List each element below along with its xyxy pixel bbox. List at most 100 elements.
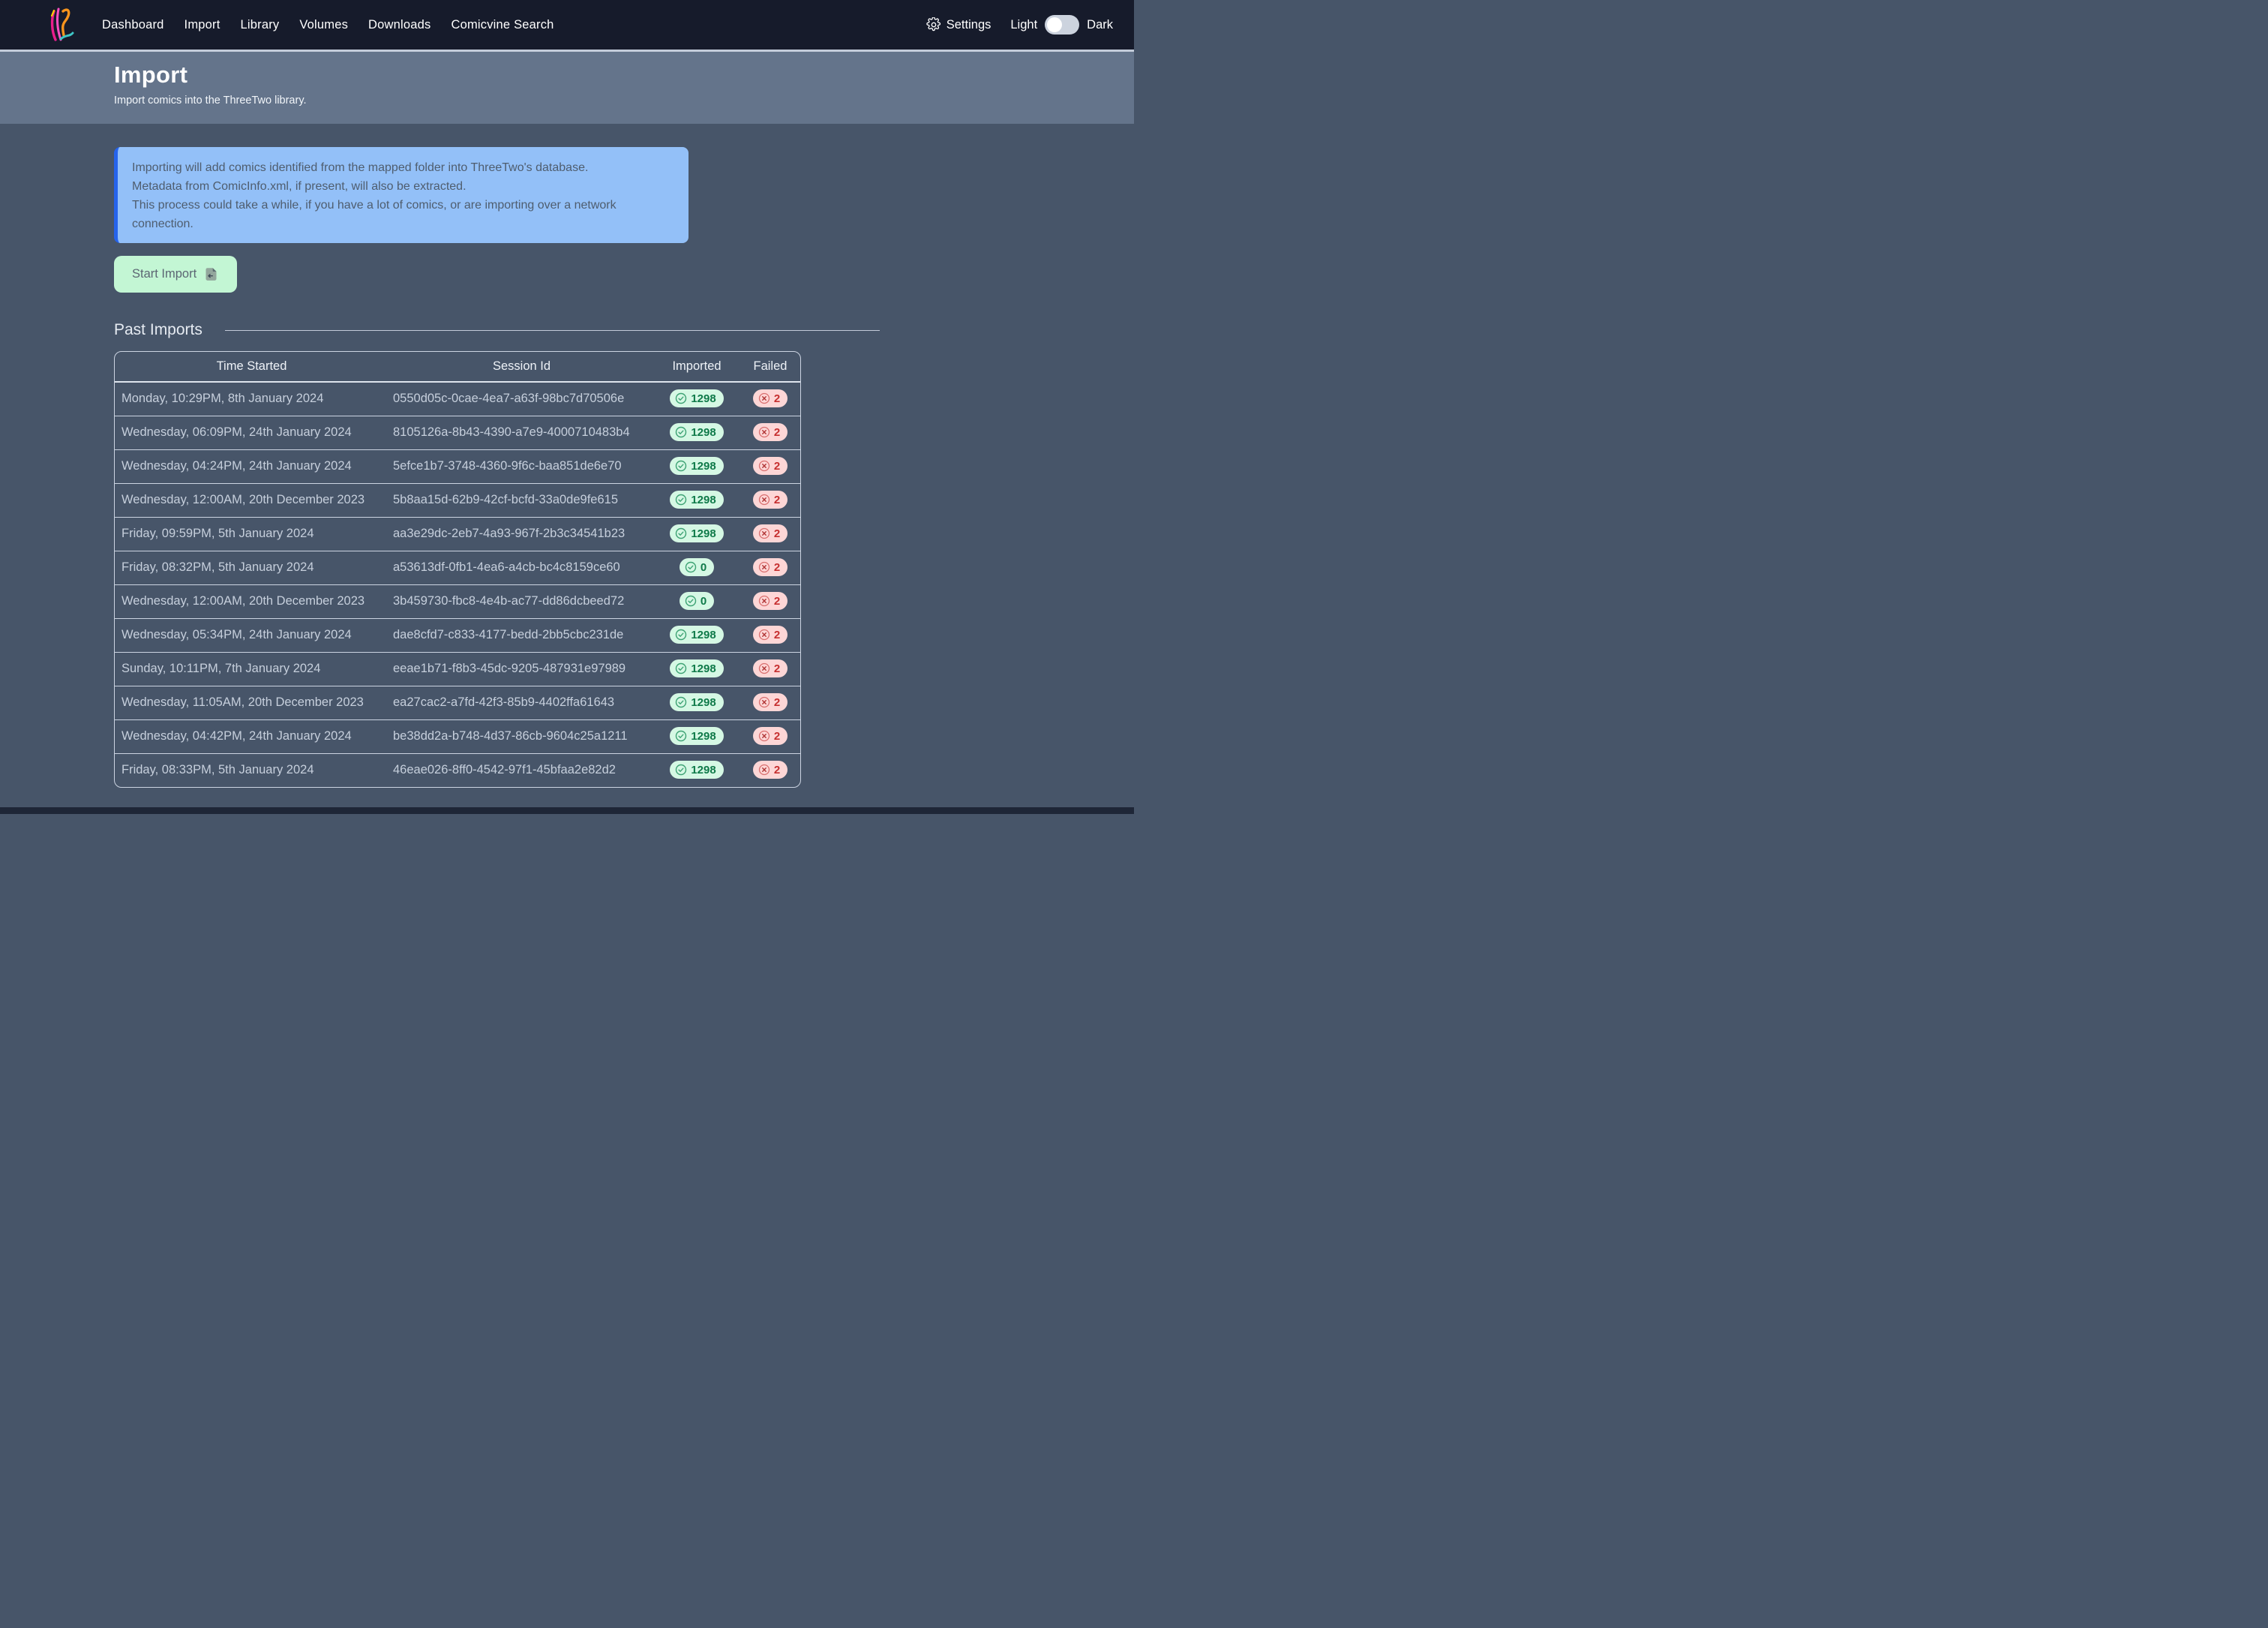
x-circle-icon [758,426,770,438]
cell-session-id: ea27cac2-a7fd-42f3-85b9-4402ffa61643 [388,686,655,719]
page-title: Import [114,62,1134,89]
failed-count-badge: 2 [753,457,788,475]
imported-count: 1298 [691,697,716,708]
cell-time-started: Sunday, 10:11PM, 7th January 2024 [115,652,388,686]
cell-session-id: 5efce1b7-3748-4360-9f6c-baa851de6e70 [388,449,655,483]
cell-session-id: 8105126a-8b43-4390-a7e9-4000710483b4 [388,416,655,449]
cell-time-started: Wednesday, 12:00AM, 20th December 2023 [115,483,388,517]
imported-count-badge: 1298 [670,524,723,542]
threetwo-logo-icon[interactable] [46,5,76,45]
import-info-note: Importing will add comics identified fro… [114,147,688,243]
check-circle-icon [675,460,687,472]
theme-dark-label: Dark [1087,18,1113,32]
past-imports-table: Time StartedSession IdImportedFailed Mon… [114,351,801,788]
cell-imported: 1298 [655,449,739,483]
imported-count-badge: 0 [680,558,714,576]
cell-time-started: Friday, 08:32PM, 5th January 2024 [115,551,388,584]
x-circle-icon [758,662,770,674]
nav-item-dashboard[interactable]: Dashboard [102,18,164,32]
failed-count-badge: 2 [753,727,788,745]
cell-failed: 2 [739,551,801,584]
note-line: Importing will add comics identified fro… [132,158,670,177]
failed-count-badge: 2 [753,524,788,542]
nav-item-library[interactable]: Library [241,18,280,32]
cell-imported: 1298 [655,719,739,753]
failed-count-badge: 2 [753,592,788,610]
check-circle-icon [675,426,687,438]
cell-imported: 1298 [655,652,739,686]
theme-switcher: Light Dark [1010,15,1113,35]
cell-session-id: aa3e29dc-2eb7-4a93-967f-2b3c34541b23 [388,517,655,551]
cell-failed: 2 [739,652,801,686]
cell-time-started: Wednesday, 04:42PM, 24th January 2024 [115,719,388,753]
nav-item-comicvine-search[interactable]: Comicvine Search [451,18,554,32]
x-circle-icon [758,527,770,539]
check-circle-icon [675,730,687,742]
cell-time-started: Wednesday, 12:00AM, 20th December 2023 [115,584,388,618]
cell-failed: 2 [739,483,801,517]
imported-count: 1298 [691,764,716,776]
imported-count-badge: 1298 [670,423,723,441]
check-circle-icon [675,494,687,506]
imported-count: 1298 [691,663,716,674]
cell-imported: 0 [655,551,739,584]
table-row: Wednesday, 12:00AM, 20th December 20233b… [115,584,801,618]
nav-links: Dashboard Import Library Volumes Downloads Co… [102,18,554,32]
imported-count: 0 [700,596,706,607]
settings-button[interactable]: Settings [926,17,992,32]
settings-label: Settings [946,18,992,32]
cell-time-started: Wednesday, 06:09PM, 24th January 2024 [115,416,388,449]
nav-item-volumes[interactable]: Volumes [299,18,348,32]
heading-divider [225,330,880,331]
table-row: Wednesday, 04:24PM, 24th January 20245ef… [115,449,801,483]
cell-imported: 1298 [655,686,739,719]
check-circle-icon [675,696,687,708]
imported-count-badge: 1298 [670,761,723,779]
failed-count: 2 [774,596,780,607]
check-circle-icon [675,662,687,674]
start-import-button[interactable]: Start Import [114,256,237,293]
failed-count-badge: 2 [753,761,788,779]
past-imports-header: Past Imports [114,321,880,339]
column-header-session-id: Session Id [388,352,655,382]
imported-count-badge: 1298 [670,727,723,745]
imported-count: 1298 [691,461,716,472]
imported-count: 1298 [691,393,716,404]
theme-toggle-knob [1047,17,1062,32]
failed-count: 2 [774,494,780,506]
nav-item-import[interactable]: Import [184,18,220,32]
cell-time-started: Monday, 10:29PM, 8th January 2024 [115,382,388,416]
cell-imported: 1298 [655,618,739,652]
main-content: Importing will add comics identified fro… [0,124,1134,788]
x-circle-icon [758,764,770,776]
check-circle-icon [675,764,687,776]
failed-count: 2 [774,393,780,404]
note-line: Metadata from ComicInfo.xml, if present,… [132,177,670,196]
failed-count: 2 [774,562,780,573]
x-circle-icon [758,696,770,708]
nav-item-downloads[interactable]: Downloads [368,18,430,32]
past-imports-heading: Past Imports [114,321,202,339]
imported-count: 1298 [691,629,716,641]
theme-toggle[interactable] [1045,15,1079,35]
page-subtitle: Import comics into the ThreeTwo library. [114,95,1134,107]
failed-count-badge: 2 [753,558,788,576]
cell-session-id: eeae1b71-f8b3-45dc-9205-487931e97989 [388,652,655,686]
imported-count-badge: 1298 [670,693,723,711]
failed-count-badge: 2 [753,626,788,644]
cell-failed: 2 [739,584,801,618]
column-header-failed: Failed [739,352,801,382]
navbar: Dashboard Import Library Volumes Downloads Co… [0,0,1134,52]
failed-count-badge: 2 [753,693,788,711]
cell-failed: 2 [739,719,801,753]
cell-time-started: Friday, 08:33PM, 5th January 2024 [115,753,388,787]
check-circle-icon [685,595,697,607]
table-row: Wednesday, 12:00AM, 20th December 20235b… [115,483,801,517]
cell-session-id: be38dd2a-b748-4d37-86cb-9604c25a1211 [388,719,655,753]
table-row: Friday, 09:59PM, 5th January 2024aa3e29d… [115,517,801,551]
cell-time-started: Friday, 09:59PM, 5th January 2024 [115,517,388,551]
navbar-right: Settings Light Dark [926,15,1113,35]
table-row: Wednesday, 06:09PM, 24th January 2024810… [115,416,801,449]
cell-imported: 0 [655,584,739,618]
failed-count-badge: 2 [753,423,788,441]
